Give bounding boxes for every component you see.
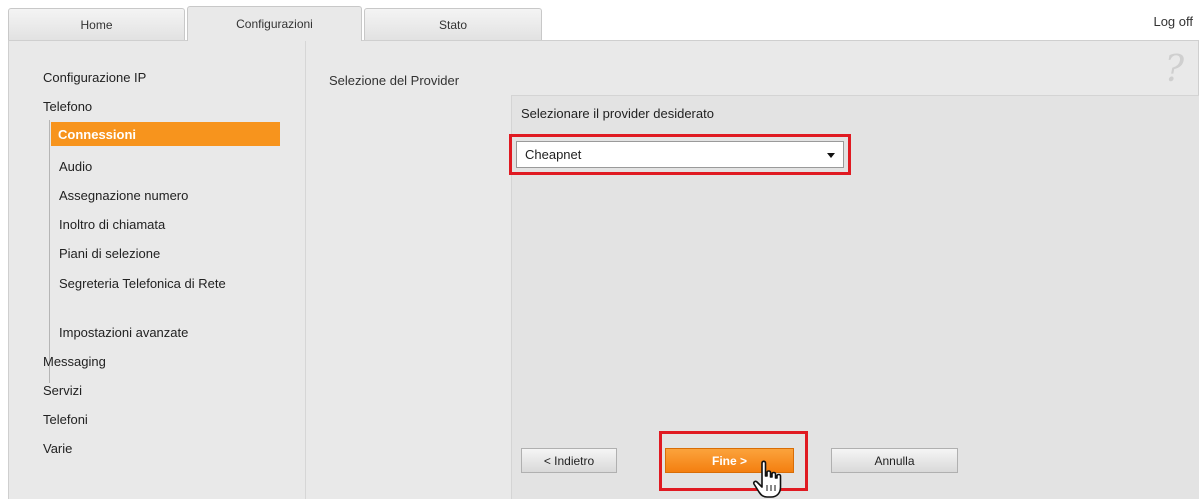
provider-prompt-label: Selezionare il provider desiderato	[521, 106, 714, 121]
cancel-button[interactable]: Annulla	[831, 448, 958, 473]
sidebar-item-servizi[interactable]: Servizi	[43, 383, 82, 398]
tab-home[interactable]: Home	[8, 8, 185, 40]
hand-cursor-icon	[752, 460, 782, 498]
chevron-down-icon	[827, 153, 835, 158]
tab-configurazioni[interactable]: Configurazioni	[187, 6, 362, 41]
main-panel: Configurazione IP Telefono Connessioni A…	[8, 40, 1199, 499]
sidebar-item-configurazione-ip[interactable]: Configurazione IP	[43, 70, 146, 85]
logoff-link[interactable]: Log off	[1153, 14, 1193, 29]
sidebar-item-connessioni[interactable]: Connessioni	[51, 122, 280, 146]
section-title: Selezione del Provider	[329, 73, 460, 88]
submenu-line	[49, 120, 50, 383]
sidebar-item-varie[interactable]: Varie	[43, 441, 72, 456]
sidebar-item-inoltro-chiamata[interactable]: Inoltro di chiamata	[59, 217, 165, 232]
help-icon[interactable]: ?	[1165, 49, 1184, 90]
tab-stato[interactable]: Stato	[364, 8, 542, 40]
back-button[interactable]: < Indietro	[521, 448, 617, 473]
sidebar-item-telefoni[interactable]: Telefoni	[43, 412, 88, 427]
sidebar-item-audio[interactable]: Audio	[59, 159, 92, 174]
sidebar-item-piani-selezione[interactable]: Piani di selezione	[59, 246, 160, 261]
sidebar-item-messaging[interactable]: Messaging	[43, 354, 106, 369]
sidebar-item-assegnazione-numero[interactable]: Assegnazione numero	[59, 188, 188, 203]
provider-select-value: Cheapnet	[525, 147, 582, 162]
provider-select[interactable]: Cheapnet	[516, 141, 844, 168]
sidebar-item-telefono[interactable]: Telefono	[43, 99, 92, 114]
sidebar-item-impostazioni-avanzate[interactable]: Impostazioni avanzate	[59, 325, 188, 340]
sidebar-divider	[305, 41, 306, 499]
sidebar-item-segreteria[interactable]: Segreteria Telefonica di Rete	[59, 276, 234, 292]
